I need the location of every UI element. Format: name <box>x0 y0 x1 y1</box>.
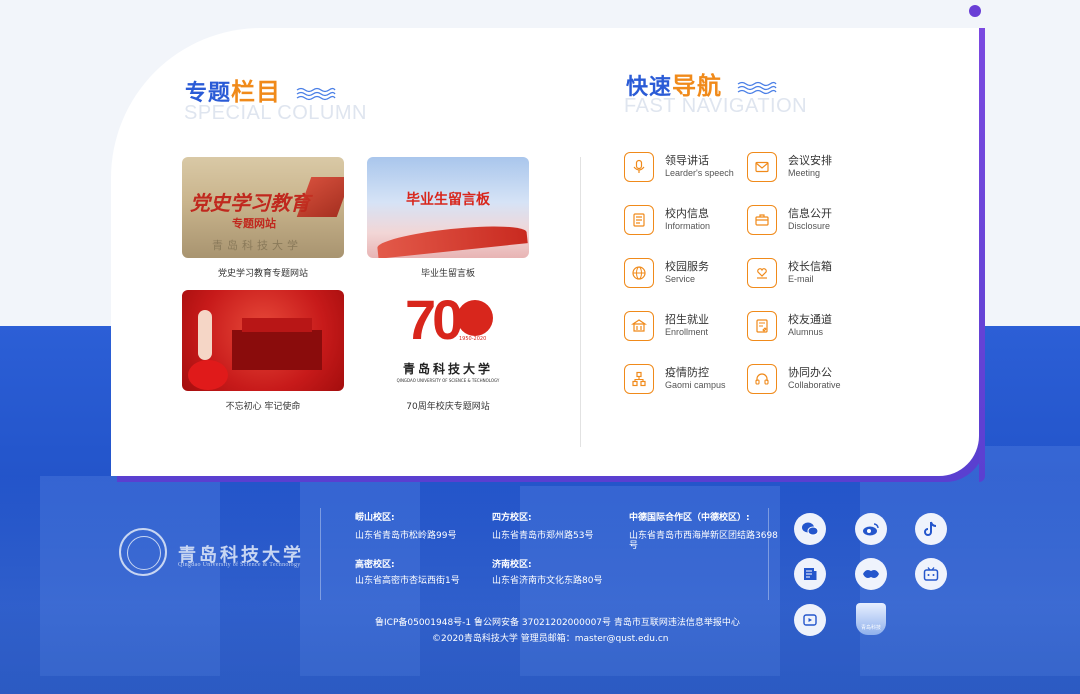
anniversary-thumbnail[interactable]: 70 1950-2020 青岛科技大学 QINGDAO UNIVERSITY O… <box>367 290 529 391</box>
campus-address: 山东省济南市文化东路80号 <box>492 576 603 586</box>
campus-address-cont: 号 <box>629 541 639 551</box>
wechat-icon[interactable] <box>794 513 826 545</box>
footer-divider <box>320 508 321 600</box>
nav-label: 校内信息 <box>665 207 709 220</box>
campus-label: 高密校区: <box>355 560 395 570</box>
waves-icon <box>296 87 336 101</box>
flower-shape <box>188 360 228 390</box>
university-emblem <box>119 528 167 576</box>
nav-label-en: Learder's speech <box>665 168 734 178</box>
thumb-caption[interactable]: 不忘初心 牢记使命 <box>182 399 344 412</box>
red-ribbon <box>376 221 528 258</box>
nav-disclosure[interactable]: 信息公开 Disclosure <box>747 205 867 239</box>
waves-icon <box>737 81 777 95</box>
network-icon <box>624 364 654 394</box>
anniversary-years: 1950-2020 <box>459 336 487 342</box>
nav-label-en: Collaborative <box>788 380 841 390</box>
original-mission-thumbnail[interactable] <box>182 290 344 391</box>
thumb-title: 党史学习教育 <box>190 191 310 215</box>
nav-label: 校友通道 <box>788 313 832 326</box>
nav-alumnus[interactable]: 校友通道 Alumnus <box>747 311 867 345</box>
heart-hand-icon <box>747 258 777 288</box>
video-icon[interactable] <box>794 604 826 636</box>
nav-meeting[interactable]: 会议安排 Meeting <box>747 152 867 186</box>
roof-shape <box>242 318 312 332</box>
graduate-board-thumbnail[interactable]: 毕业生留言板 <box>367 157 529 258</box>
copyright: ©2020青岛科技大学 管理员邮箱：master@qust.edu.cn <box>432 634 669 644</box>
nav-enrollment[interactable]: 招生就业 Enrollment <box>624 311 744 345</box>
xuexi-icon[interactable] <box>855 558 887 590</box>
nav-label: 校园服务 <box>665 260 709 273</box>
campus-address: 山东省青岛市松岭路99号 <box>355 531 457 541</box>
content-card: 专题栏目 SPECIAL COLUMN 党史学习教育 专题网站 青岛科技大学 党… <box>111 28 985 482</box>
campus-address: 山东省青岛市郑州路53号 <box>492 531 594 541</box>
fast-nav-subtitle: FAST NAVIGATION <box>624 95 808 117</box>
campus-address: 山东省高密市杏坛西街1号 <box>355 576 460 586</box>
school-name-en: QINGDAO UNIVERSITY OF SCIENCE & TECHNOLO… <box>396 378 500 383</box>
school-name: 青岛科技大学 <box>402 362 493 376</box>
thumb-title: 毕业生留言板 <box>406 192 490 208</box>
nav-service[interactable]: 校园服务 Service <box>624 258 744 292</box>
building-icon <box>624 311 654 341</box>
nav-label-en: Enrollment <box>665 327 709 337</box>
nav-label-en: Gaomi campus <box>665 380 726 390</box>
nav-label-en: Alumnus <box>788 327 824 337</box>
thumb-subtitle: 专题网站 <box>232 217 276 230</box>
nav-label-en: Meeting <box>788 168 821 178</box>
emblem-circle <box>457 300 493 336</box>
nav-label-en: Disclosure <box>788 221 831 231</box>
nav-collaborative[interactable]: 协同办公 Collaborative <box>747 364 867 398</box>
anniversary-number: 70 <box>405 290 463 351</box>
statue-shape <box>198 310 212 360</box>
building-shape <box>232 330 322 370</box>
tiktok-icon[interactable] <box>915 513 947 545</box>
badge-icon[interactable]: 青岛科技 <box>856 603 886 635</box>
party-history-thumbnail[interactable]: 党史学习教育 专题网站 青岛科技大学 <box>182 157 344 258</box>
campus-label: 济南校区: <box>492 560 532 570</box>
campus-label: 中德国际合作区（中德校区）: <box>629 513 750 523</box>
nav-label: 信息公开 <box>788 207 832 220</box>
briefcase-icon <box>747 205 777 235</box>
thumb-caption[interactable]: 毕业生留言板 <box>367 266 529 279</box>
nav-label: 招生就业 <box>665 313 709 326</box>
news-icon[interactable] <box>794 558 826 590</box>
nav-label: 疫情防控 <box>665 366 709 379</box>
campus-label: 四方校区: <box>492 513 532 523</box>
envelope-icon <box>747 152 777 182</box>
document-icon <box>624 205 654 235</box>
footer-logo-subtext: Qingdao University of Science & Technolo… <box>178 562 301 568</box>
nav-label: 校长信箱 <box>788 260 832 273</box>
nav-label-en: Service <box>665 274 696 284</box>
nav-information[interactable]: 校内信息 Information <box>624 205 744 239</box>
headset-icon <box>747 364 777 394</box>
thumb-caption[interactable]: 党史学习教育专题网站 <box>182 266 344 279</box>
nav-label: 协同办公 <box>788 366 832 379</box>
special-column-subtitle: SPECIAL COLUMN <box>184 102 367 124</box>
campus-label: 崂山校区: <box>355 513 395 523</box>
bilibili-icon[interactable] <box>915 558 947 590</box>
badge-text: 青岛科技 <box>860 625 881 631</box>
campus-address: 山东省青岛市西海岸新区团结路3698 <box>629 531 778 541</box>
nav-leader-speech[interactable]: 领导讲话 Learder's speech <box>624 152 744 186</box>
accent-dot <box>969 5 981 17</box>
nav-label: 领导讲话 <box>665 154 709 167</box>
form-icon <box>747 311 777 341</box>
red-ribbon <box>296 177 344 217</box>
nav-label-en: Information <box>665 221 711 231</box>
icp-info[interactable]: 鲁ICP备05001948号-1 鲁公网安备 37021202000007号 青… <box>375 615 740 628</box>
thumb-caption[interactable]: 70周年校庆专题网站 <box>367 399 529 412</box>
nav-label-en: E-mail <box>788 274 814 284</box>
thumb-school-name: 青岛科技大学 <box>212 239 302 252</box>
footer-divider <box>768 508 769 600</box>
vertical-divider <box>580 157 581 447</box>
globe-icon <box>624 258 654 288</box>
nav-email[interactable]: 校长信箱 E-mail <box>747 258 867 292</box>
nav-epidemic[interactable]: 疫情防控 Gaomi campus <box>624 364 744 398</box>
nav-label: 会议安排 <box>788 154 832 167</box>
microphone-icon <box>624 152 654 182</box>
weibo-icon[interactable] <box>855 513 887 545</box>
